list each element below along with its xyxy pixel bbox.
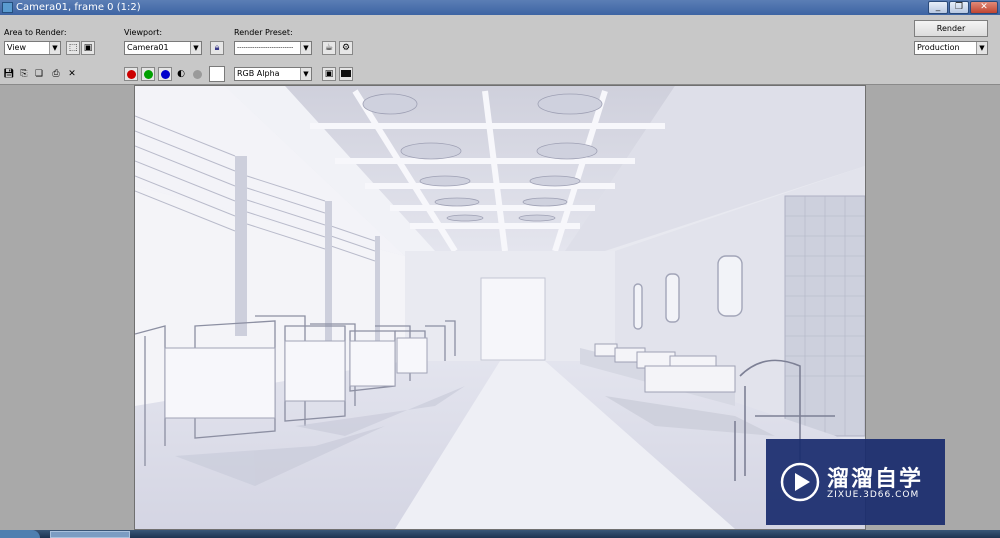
print-icon[interactable]: ⎙: [50, 68, 62, 80]
teapot-icon[interactable]: ☕︎: [322, 41, 336, 55]
clear-icon[interactable]: ✕: [66, 68, 78, 80]
blue-channel-toggle[interactable]: [158, 67, 172, 81]
area-to-render-select[interactable]: View ▼: [4, 41, 61, 55]
chevron-down-icon: ▼: [300, 42, 311, 54]
viewport-value: Camera01: [127, 43, 169, 52]
red-channel-icon: [127, 70, 136, 79]
render-preset-label: Render Preset:: [234, 28, 293, 37]
channel-display-value: RGB Alpha: [237, 69, 280, 78]
save-icon[interactable]: 💾︎: [3, 68, 15, 80]
app-icon: [2, 2, 13, 13]
watermark-logo-icon: [780, 462, 820, 502]
display-alpha-icon[interactable]: ▣: [322, 67, 336, 81]
chevron-down-icon: ▼: [49, 42, 60, 54]
area-to-render-label: Area to Render:: [4, 28, 67, 37]
render-preset-value: --------------------------: [237, 44, 294, 51]
interior-render: [135, 86, 865, 529]
watermark-url: ZIXUE.3D66.COM: [827, 490, 920, 500]
window-title: Camera01, frame 0 (1:2): [16, 2, 141, 13]
rendered-image: [134, 85, 866, 530]
viewport-label: Viewport:: [124, 28, 163, 37]
minimize-button[interactable]: _: [928, 1, 948, 14]
chevron-down-icon: ▼: [976, 42, 987, 54]
window-controls: _ ❐ ✕: [928, 1, 998, 14]
mono-icon[interactable]: [193, 70, 202, 79]
auto-region-icon[interactable]: ▣: [81, 41, 95, 55]
taskbar-item[interactable]: [50, 531, 130, 538]
render-button[interactable]: Render: [914, 20, 988, 37]
taskbar: [0, 530, 1000, 538]
green-channel-icon: [144, 70, 153, 79]
render-toolbar: Area to Render: View ▼ ⬚ ▣ Viewport: Cam…: [0, 15, 1000, 85]
watermark-text: 溜溜自学: [827, 467, 924, 492]
copy-icon[interactable]: ⎘: [18, 68, 30, 80]
production-value: Production: [917, 43, 960, 52]
close-button[interactable]: ✕: [970, 1, 998, 14]
production-select[interactable]: Production ▼: [914, 41, 988, 55]
edit-region-icon[interactable]: ⬚: [66, 41, 80, 55]
red-channel-toggle[interactable]: [124, 67, 138, 81]
viewport-select[interactable]: Camera01 ▼: [124, 41, 202, 55]
color-swatch[interactable]: [209, 66, 225, 82]
restore-button[interactable]: ❐: [949, 1, 969, 14]
green-channel-toggle[interactable]: [141, 67, 155, 81]
blue-channel-icon: [161, 70, 170, 79]
watermark: 溜溜自学 ZIXUE.3D66.COM: [766, 439, 945, 525]
area-to-render-value: View: [7, 43, 26, 52]
alpha-channel-icon[interactable]: ◐: [175, 68, 187, 80]
settings-icon[interactable]: ⚙︎: [339, 41, 353, 55]
channel-display-select[interactable]: RGB Alpha ▼: [234, 67, 312, 81]
clone-icon[interactable]: ❏: [33, 68, 45, 80]
title-bar: Camera01, frame 0 (1:2) _ ❐ ✕: [0, 0, 1000, 15]
chevron-down-icon: ▼: [190, 42, 201, 54]
lock-icon[interactable]: 🔒︎: [210, 41, 224, 55]
monochrome-icon[interactable]: [339, 67, 353, 81]
chevron-down-icon: ▼: [300, 68, 311, 80]
start-button[interactable]: [0, 530, 40, 538]
render-preset-select[interactable]: -------------------------- ▼: [234, 41, 312, 55]
